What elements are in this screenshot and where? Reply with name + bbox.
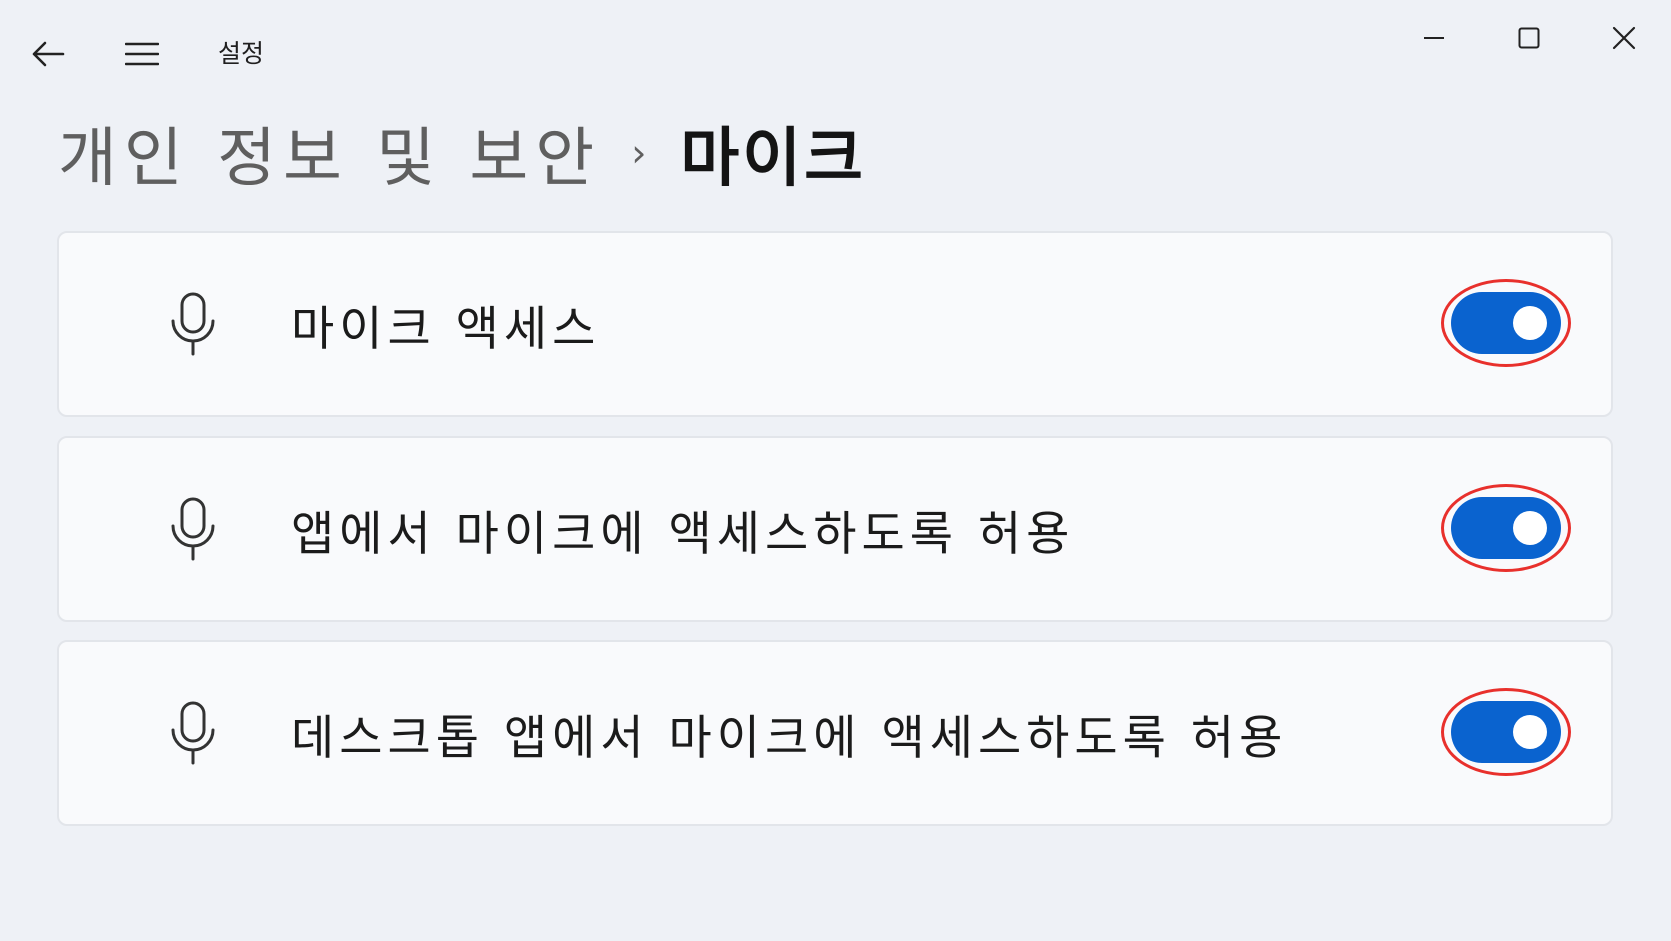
- highlight-ring: [1441, 688, 1571, 776]
- app-microphone-access-toggle[interactable]: [1451, 497, 1561, 559]
- minimize-icon: [1424, 37, 1444, 39]
- breadcrumb: 개인 정보 및 보안 › 마이크: [58, 108, 866, 198]
- setting-card-microphone-access: 마이크 액세스: [57, 231, 1613, 417]
- close-icon: [1612, 26, 1636, 50]
- setting-label: 마이크 액세스: [291, 301, 601, 357]
- microphone-icon: [171, 497, 215, 561]
- toggle-knob: [1513, 306, 1547, 340]
- setting-card-app-microphone-access: 앱에서 마이크에 액세스하도록 허용: [57, 436, 1613, 622]
- title-bar: 설정: [0, 0, 1671, 100]
- maximize-icon: [1518, 27, 1540, 49]
- breadcrumb-parent-link[interactable]: 개인 정보 및 보안: [58, 107, 601, 199]
- highlight-ring: [1441, 279, 1571, 367]
- microphone-icon: [171, 701, 215, 765]
- app-title: 설정: [218, 39, 265, 68]
- back-arrow-icon: [32, 41, 65, 67]
- desktop-app-microphone-access-toggle[interactable]: [1451, 701, 1561, 763]
- page-title: 마이크: [680, 122, 867, 196]
- toggle-knob: [1513, 715, 1547, 749]
- setting-card-desktop-app-microphone-access: 데스크톱 앱에서 마이크에 액세스하도록 허용: [57, 640, 1613, 826]
- maximize-button[interactable]: [1507, 18, 1551, 58]
- minimize-button[interactable]: [1412, 18, 1456, 58]
- navigation-menu-button[interactable]: [122, 34, 162, 74]
- toggle-knob: [1513, 511, 1547, 545]
- highlight-ring: [1441, 484, 1571, 572]
- back-button[interactable]: [28, 34, 68, 74]
- breadcrumb-chevron-icon: ›: [631, 131, 647, 175]
- setting-label: 데스크톱 앱에서 마이크에 액세스하도록 허용: [291, 710, 1288, 766]
- setting-label: 앱에서 마이크에 액세스하도록 허용: [291, 506, 1075, 562]
- close-button[interactable]: [1602, 18, 1646, 58]
- microphone-access-toggle[interactable]: [1451, 292, 1561, 354]
- hamburger-menu-icon: [125, 42, 159, 66]
- microphone-icon: [171, 292, 215, 356]
